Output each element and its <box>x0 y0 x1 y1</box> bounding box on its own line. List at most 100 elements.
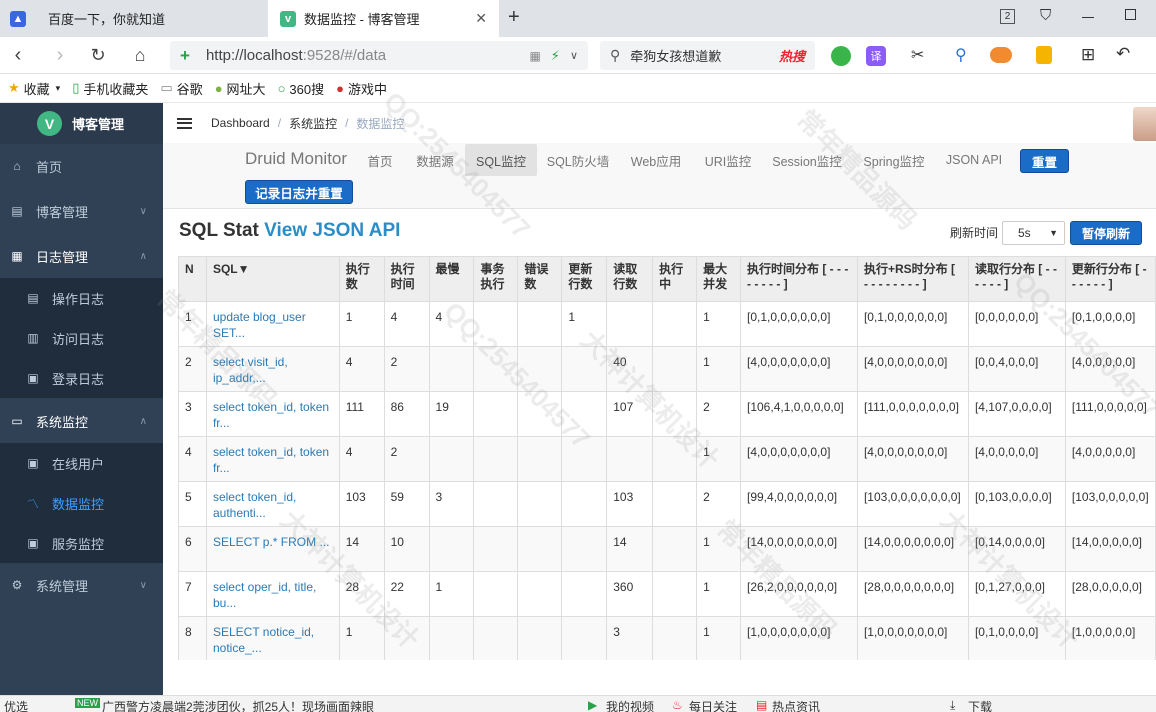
column-header[interactable]: 读取行分布 [ - - - - - - ] <box>967 256 1066 302</box>
close-tab-icon[interactable]: ✕ <box>475 10 487 27</box>
reload-icon[interactable]: ↻ <box>82 37 114 74</box>
column-header[interactable]: 最大并发 <box>696 256 741 302</box>
table-cell: [14,0,0,0,0,0,0,0] <box>740 526 858 572</box>
druid-brand[interactable]: Druid Monitor <box>245 149 347 169</box>
refresh-interval-select[interactable]: 5s ▼ <box>1002 221 1065 245</box>
bookmark-google[interactable]: ▭ 谷歌 <box>160 79 202 98</box>
reset-button[interactable]: 重置 <box>1020 149 1069 173</box>
sidebar-item-access-log[interactable]: ▥ 访问日志 <box>0 318 163 358</box>
address-bar[interactable]: + http://localhost:9528/#/data ▦ ⚡ ∨ <box>170 41 588 70</box>
druid-tab-spring[interactable]: Spring监控 <box>856 144 932 176</box>
translate-icon[interactable]: 译 <box>866 46 886 66</box>
pause-refresh-button[interactable]: 暂停刷新 <box>1070 221 1142 245</box>
druid-tab-datasource[interactable]: 数据源 <box>410 144 460 176</box>
druid-tab-session[interactable]: Session监控 <box>767 144 847 176</box>
forward-icon[interactable]: › <box>42 37 78 74</box>
column-header[interactable]: 执行数 <box>338 256 385 302</box>
maximize-icon[interactable] <box>1125 9 1136 20</box>
sidebar-item-blog[interactable]: ▤ 博客管理 ∨ <box>0 191 163 231</box>
druid-tab-home[interactable]: 首页 <box>360 144 400 176</box>
sidebar-item-operation-log[interactable]: ▤ 操作日志 <box>0 278 163 318</box>
avatar[interactable] <box>1133 107 1156 141</box>
sql-link-cell[interactable]: select visit_id, ip_addr,... <box>205 346 340 392</box>
table-cell: 7 <box>178 571 207 617</box>
table-cell: [106,4,1,0,0,0,0,0] <box>740 391 858 437</box>
scissors-icon[interactable]: ✂ <box>911 45 924 65</box>
sql-link-cell[interactable]: select token_id, token fr... <box>205 391 340 437</box>
status-hot-news[interactable]: 热点资讯 <box>772 698 820 712</box>
view-json-api-link[interactable]: View JSON API <box>264 220 400 241</box>
column-header[interactable]: N <box>178 256 207 302</box>
column-header[interactable]: 执行+RS时分布 [ - - - - - - - - ] <box>856 256 969 302</box>
sidebar-item-server-monitor[interactable]: ▣ 服务监控 <box>0 523 163 563</box>
undo-icon[interactable]: ↶ <box>1116 44 1130 64</box>
home-page-icon[interactable]: ⌂ <box>124 37 156 74</box>
bookmark-360[interactable]: ○ 360搜 <box>278 79 325 98</box>
druid-tab-uri[interactable]: URI监控 <box>698 144 758 176</box>
column-header[interactable]: SQL▼ <box>205 256 340 302</box>
table-cell: 4 <box>338 436 385 482</box>
table-cell <box>473 391 519 437</box>
bookmark-games[interactable]: ● 游戏中 <box>336 79 387 98</box>
status-news[interactable]: 广西警方凌晨端2莞涉团伙，抓25人！现场画面辣眼 <box>102 698 374 712</box>
sql-link-cell[interactable]: select token_id, token fr... <box>205 436 340 482</box>
breadcrumb-item-dashboard[interactable]: Dashboard <box>211 116 270 130</box>
sidebar-item-home[interactable]: ⌂ 首页 <box>0 146 163 186</box>
sidebar-item-online-users[interactable]: ▣ 在线用户 <box>0 443 163 483</box>
sidebar-item-login-log[interactable]: ▣ 登录日志 <box>0 358 163 398</box>
bookmark-mobile[interactable]: ▯ 手机收藏夹 <box>72 79 148 98</box>
new-tab-icon[interactable]: + <box>508 6 520 29</box>
qr-icon[interactable]: ▦ <box>529 49 540 63</box>
back-icon[interactable]: ‹ <box>0 37 36 74</box>
column-header[interactable]: 执行中 <box>652 256 698 302</box>
extension-green-icon[interactable] <box>831 46 851 66</box>
column-header[interactable]: 更新行数 <box>561 256 608 302</box>
lightning-icon[interactable]: ⚡ <box>551 48 560 64</box>
shirt-icon[interactable]: ⛉ <box>1040 7 1051 24</box>
tab-count-badge[interactable]: 2 <box>1000 9 1015 24</box>
table-cell <box>561 436 608 482</box>
browser-tab-active[interactable]: v 数据监控 - 博客管理 ✕ <box>268 0 499 37</box>
column-header[interactable]: 执行时间分布 [ - - - - - - - - ] <box>740 256 858 302</box>
status-daily[interactable]: 每日关注 <box>689 698 737 712</box>
sql-link-cell[interactable]: update blog_user SET... <box>205 301 340 347</box>
column-header[interactable]: 事务执行 <box>473 256 519 302</box>
sidebar-item-data-monitor[interactable]: 〽数据监控 <box>0 483 163 523</box>
table-cell <box>517 481 563 527</box>
sql-link-cell[interactable]: select oper_id, title, bu... <box>205 571 340 617</box>
sidebar-item-system-settings[interactable]: ⚙ 系统管理 ∨ <box>0 565 163 605</box>
status-my-video[interactable]: 我的视频 <box>606 698 654 712</box>
bookmark-favorites[interactable]: ★ 收藏 ▾ <box>8 79 60 98</box>
status-download[interactable]: 下载 <box>968 698 992 712</box>
log-icon: ▦ <box>11 249 23 263</box>
column-header[interactable]: 更新行分布 [ - - - - - - ] <box>1064 256 1156 302</box>
bookmark-sites[interactable]: ● 网址大 <box>215 79 266 98</box>
sidebar-item-logs[interactable]: ▦ 日志管理 ∧ <box>0 236 163 276</box>
chevron-down-icon[interactable]: ∨ <box>570 49 578 62</box>
druid-tab-firewall[interactable]: SQL防火墙 <box>543 144 613 176</box>
minimize-icon[interactable] <box>1082 17 1094 18</box>
column-header[interactable]: 错误数 <box>517 256 563 302</box>
shield-icon[interactable] <box>1036 46 1052 64</box>
search-box[interactable]: ⚲ 牵狗女孩想道歉 热搜 <box>600 41 815 70</box>
druid-tab-webapp[interactable]: Web应用 <box>625 144 687 176</box>
grid-icon[interactable]: ⊞ <box>1081 45 1095 65</box>
browser-status-bar: 优选 NEW 广西警方凌晨端2莞涉团伙，抓25人！现场画面辣眼 ▶ 我的视频 ♨… <box>0 695 1156 712</box>
sidebar-brand[interactable]: V 博客管理 <box>0 103 163 144</box>
druid-tab-json-api[interactable]: JSON API <box>940 144 1008 176</box>
column-header[interactable]: 执行时间 <box>383 256 430 302</box>
druid-tab-sql[interactable]: SQL监控 <box>465 144 537 176</box>
sql-link-cell[interactable]: select token_id, authenti... <box>205 481 340 527</box>
sql-link-cell[interactable]: SELECT notice_id, notice_... <box>205 616 340 660</box>
column-header[interactable]: 读取行数 <box>606 256 654 302</box>
hot-search-label[interactable]: 热搜 <box>779 46 805 65</box>
gamepad-icon[interactable] <box>990 47 1012 63</box>
sidebar-item-system-monitor[interactable]: ▭ 系统监控 ∧ <box>0 401 163 441</box>
column-header[interactable]: 最慢 <box>428 256 475 302</box>
status-preferred[interactable]: 优选 <box>4 698 28 712</box>
log-and-reset-button[interactable]: 记录日志并重置 <box>245 180 353 204</box>
magnifier-icon[interactable]: ⚲ <box>955 45 967 65</box>
sql-link-cell[interactable]: SELECT p.* FROM ... <box>205 526 340 572</box>
browser-tab-baidu[interactable]: ▲ 百度一下，你就知道 <box>0 0 268 37</box>
hamburger-icon[interactable] <box>177 117 192 129</box>
